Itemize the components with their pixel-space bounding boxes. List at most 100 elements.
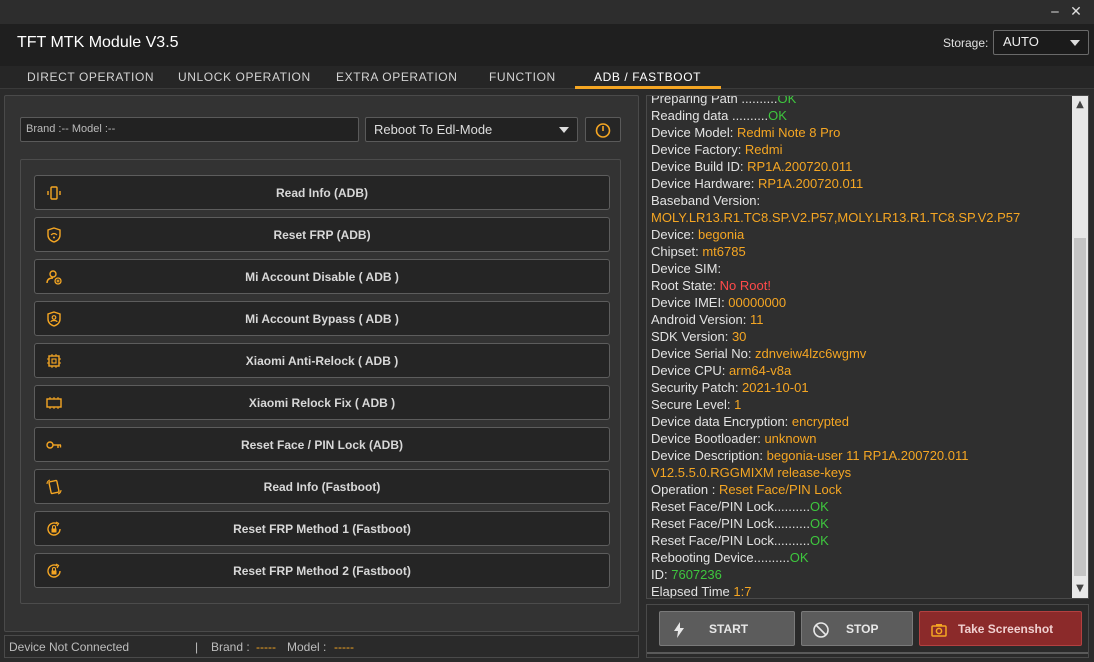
log-line-value: 1 bbox=[734, 397, 742, 412]
log-line-label: Device data Encryption: bbox=[651, 414, 792, 429]
log-line-label: Device Serial No: bbox=[651, 346, 756, 361]
log-line: Device Factory: Redmi bbox=[651, 141, 1071, 158]
start-button[interactable]: START bbox=[659, 611, 795, 646]
log-line-label: Device Model: bbox=[651, 125, 737, 140]
reset-frp-adb-button[interactable]: Reset FRP (ADB) bbox=[34, 217, 610, 252]
log-line-value: unknown bbox=[764, 431, 817, 446]
tab-bar: DIRECT OPERATION UNLOCK OPERATION EXTRA … bbox=[0, 66, 1094, 89]
log-line-label: Device Description: bbox=[651, 448, 767, 463]
log-line: Android Version: 11 bbox=[651, 311, 1071, 328]
log-line-value: V12.5.5.0.RGGMIXM release-keys bbox=[651, 465, 852, 480]
brand-model-field[interactable]: Brand :-- Model :-- bbox=[20, 117, 359, 142]
log-line: Device Bootloader: unknown bbox=[651, 430, 1071, 447]
mi-account-bypass-button[interactable]: Mi Account Bypass ( ADB ) bbox=[34, 301, 610, 336]
app-header: TFT MTK Module V3.5 Storage: AUTO bbox=[0, 24, 1094, 66]
reset-frp-method-1-button[interactable]: Reset FRP Method 1 (Fastboot) bbox=[34, 511, 610, 546]
reboot-mode-select[interactable]: Reboot To Edl-Mode bbox=[365, 117, 578, 142]
button-label: Reset FRP (ADB) bbox=[273, 228, 371, 242]
camera-icon bbox=[931, 624, 947, 637]
log-panel[interactable]: Preparing Path ..........OK Reading data … bbox=[646, 95, 1089, 599]
model-value: ----- bbox=[334, 640, 354, 654]
storage-label: Storage: bbox=[943, 36, 989, 50]
storage-select[interactable]: AUTO bbox=[993, 30, 1089, 55]
log-line-value: Reset Face/PIN Lock bbox=[718, 482, 842, 497]
log-line: Baseband Version: bbox=[651, 192, 1071, 209]
scrollbar-thumb[interactable] bbox=[1074, 238, 1086, 576]
log-line-value: begonia-user 11 RP1A.200720.011 bbox=[766, 448, 969, 463]
start-label: START bbox=[709, 622, 749, 636]
log-output: Preparing Path ..........OK Reading data … bbox=[651, 95, 1071, 599]
log-line-value: RP1A.200720.011 bbox=[747, 159, 853, 174]
log-line-value: OK bbox=[777, 95, 797, 106]
log-line-value: MOLY.LR13.R1.TC8.SP.V2.P57,MOLY.LR13.R1.… bbox=[651, 210, 1021, 225]
button-label: Reset FRP Method 1 (Fastboot) bbox=[233, 522, 411, 536]
log-line: Preparing Path ..........OK bbox=[651, 95, 1071, 107]
log-line-label: Secure Level: bbox=[651, 397, 735, 412]
log-line-value: OK bbox=[809, 516, 829, 531]
reset-frp-method-2-button[interactable]: Reset FRP Method 2 (Fastboot) bbox=[34, 553, 610, 588]
log-line: Operation : Reset Face/PIN Lock bbox=[651, 481, 1071, 498]
log-line: Device IMEI: 00000000 bbox=[651, 294, 1071, 311]
app-title: TFT MTK Module V3.5 bbox=[17, 34, 179, 51]
scroll-down-icon[interactable]: ▼ bbox=[1075, 584, 1085, 594]
log-line: Rebooting Device..........OK bbox=[651, 549, 1071, 566]
close-button[interactable]: ✕ bbox=[1066, 2, 1086, 22]
log-line-value: OK bbox=[789, 550, 809, 565]
log-line-label: Operation : bbox=[651, 482, 719, 497]
log-line-value: 1:7 bbox=[733, 584, 752, 599]
log-line-label: Device: bbox=[651, 227, 698, 242]
log-line-label: Device CPU: bbox=[651, 363, 730, 378]
tab-adb-fastboot[interactable]: ADB / FASTBOOT bbox=[594, 70, 701, 84]
log-line: Reset Face/PIN Lock..........OK bbox=[651, 515, 1071, 532]
minimize-button[interactable]: ‒ bbox=[1045, 2, 1065, 22]
log-line-label: Rebooting Device.......... bbox=[651, 550, 790, 565]
log-line-value: arm64-v8a bbox=[729, 363, 792, 378]
log-line: SDK Version: 30 bbox=[651, 328, 1071, 345]
log-line-label: Baseband Version: bbox=[651, 193, 761, 208]
chevron-down-icon bbox=[1070, 40, 1080, 46]
stop-label: STOP bbox=[846, 622, 879, 636]
log-line-value: OK bbox=[768, 108, 787, 123]
status-bar: Device Not Connected | Brand : ----- Mod… bbox=[4, 635, 639, 658]
log-scrollbar[interactable]: ▲ ▼ bbox=[1072, 96, 1088, 598]
log-line: Elapsed Time 1:7 bbox=[651, 583, 1071, 599]
log-line-value: Redmi Note 8 Pro bbox=[736, 125, 841, 140]
tab-function[interactable]: FUNCTION bbox=[489, 70, 556, 84]
button-label: Xiaomi Relock Fix ( ADB ) bbox=[248, 396, 396, 410]
stop-button[interactable]: STOP bbox=[801, 611, 913, 646]
reset-face-pin-lock-button[interactable]: Reset Face / PIN Lock (ADB) bbox=[34, 427, 610, 462]
log-line-value: 00000000 bbox=[728, 295, 787, 310]
reboot-button[interactable] bbox=[585, 117, 621, 142]
log-line: Device CPU: arm64-v8a bbox=[651, 362, 1071, 379]
lightning-icon bbox=[674, 622, 684, 638]
button-label: Mi Account Bypass ( ADB ) bbox=[245, 312, 399, 326]
log-line-value: RP1A.200720.011 bbox=[757, 176, 864, 191]
log-line-value: OK bbox=[809, 499, 829, 514]
tab-unlock-operation[interactable]: UNLOCK OPERATION bbox=[178, 70, 311, 84]
log-line-label: Security Patch: bbox=[651, 380, 743, 395]
tab-direct-operation[interactable]: DIRECT OPERATION bbox=[27, 70, 154, 84]
brand-label: Brand : bbox=[211, 640, 250, 654]
chevron-down-icon bbox=[559, 127, 569, 133]
xiaomi-relock-fix-button[interactable]: Xiaomi Relock Fix ( ADB ) bbox=[34, 385, 610, 420]
xiaomi-anti-relock-button[interactable]: Xiaomi Anti-Relock ( ADB ) bbox=[34, 343, 610, 378]
power-icon bbox=[595, 123, 611, 138]
reboot-mode-value: Reboot To Edl-Mode bbox=[374, 122, 493, 137]
log-line-label: Root State: bbox=[651, 278, 720, 293]
mi-account-disable-button[interactable]: Mi Account Disable ( ADB ) bbox=[34, 259, 610, 294]
log-line: Reset Face/PIN Lock..........OK bbox=[651, 532, 1071, 549]
log-line: Device Description: begonia-user 11 RP1A… bbox=[651, 447, 1071, 464]
log-line-value: begonia bbox=[697, 227, 745, 242]
log-line-label: Reset Face/PIN Lock.......... bbox=[651, 516, 810, 531]
operations-group: Read Info (ADB) Reset FRP (ADB) Mi Accou… bbox=[20, 159, 621, 604]
tab-extra-operation[interactable]: EXTRA OPERATION bbox=[336, 70, 457, 84]
read-info-adb-button[interactable]: Read Info (ADB) bbox=[34, 175, 610, 210]
log-line-label: Device Hardware: bbox=[651, 176, 758, 191]
scroll-up-icon[interactable]: ▲ bbox=[1075, 100, 1085, 110]
take-screenshot-button[interactable]: Take Screenshot bbox=[919, 611, 1082, 646]
read-info-fastboot-button[interactable]: Read Info (Fastboot) bbox=[34, 469, 610, 504]
log-line-value: OK bbox=[809, 533, 829, 548]
action-divider bbox=[647, 652, 1088, 654]
log-line: Device data Encryption: encrypted bbox=[651, 413, 1071, 430]
log-line-label: Preparing Path .......... bbox=[651, 95, 778, 106]
